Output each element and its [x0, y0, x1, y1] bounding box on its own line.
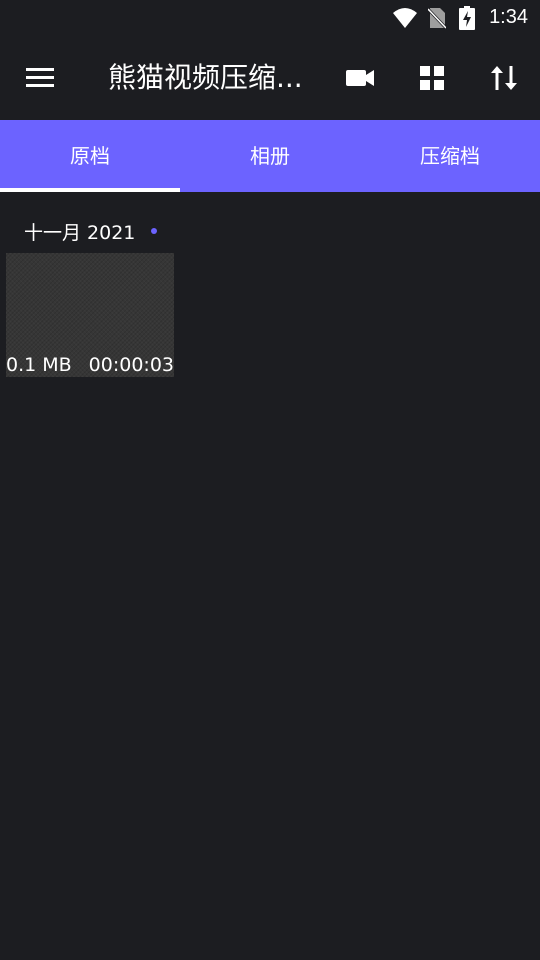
- group-indicator-dot: [151, 228, 158, 234]
- sort-icon[interactable]: [488, 60, 524, 96]
- wifi-icon: [392, 7, 418, 33]
- date-group-label: 十一月 2021: [24, 221, 136, 244]
- battery-charging-icon: [459, 6, 475, 34]
- date-group-header: 十一月 2021: [24, 218, 158, 244]
- video-camera-icon[interactable]: [344, 60, 380, 96]
- video-list: 十一月 2021 0.1 MB 00:00:03: [0, 192, 540, 960]
- app-title: 熊猫视频压缩...: [108, 61, 303, 94]
- grid-view-icon[interactable]: [416, 60, 452, 96]
- video-duration: 00:00:03: [88, 354, 174, 376]
- hamburger-menu-icon[interactable]: [24, 62, 60, 94]
- status-bar: 1:34: [0, 0, 540, 36]
- tab-bar: 原档 相册 压缩档: [0, 120, 540, 192]
- video-size: 0.1 MB: [6, 354, 72, 376]
- tab-album[interactable]: 相册: [180, 120, 360, 192]
- video-thumbnail[interactable]: 0.1 MB 00:00:03: [6, 253, 174, 377]
- status-time: 1:34: [489, 6, 528, 28]
- app-screen: 1:34 熊猫视频压缩... 原档 相册 压缩档 十一月 2021 0.1 MB…: [0, 0, 540, 960]
- tab-compressed[interactable]: 压缩档: [360, 120, 540, 192]
- no-sim-icon: [426, 7, 448, 33]
- toolbar: 熊猫视频压缩...: [0, 36, 540, 120]
- tab-original[interactable]: 原档: [0, 120, 180, 192]
